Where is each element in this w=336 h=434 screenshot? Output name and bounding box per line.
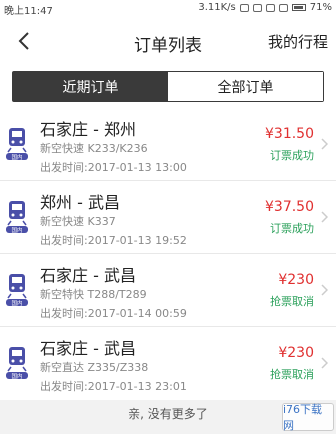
- battery-icon: [291, 4, 306, 11]
- order-train: 新空快速 K337: [40, 215, 116, 228]
- order-item[interactable]: 国内 石家庄 - 武昌 新空特快 T288/T289 出发时间:2017-01-…: [0, 254, 336, 326]
- order-status: 订票成功: [270, 222, 314, 235]
- site-watermark: i76下载网: [282, 403, 334, 432]
- train-icon: 国内: [6, 128, 28, 160]
- domestic-badge: 国内: [11, 299, 22, 306]
- order-route: 石家庄 - 郑州: [40, 120, 136, 139]
- order-item[interactable]: 国内 郑州 - 武昌 新空快速 K337 出发时间:2017-01-13 19:…: [0, 181, 336, 253]
- order-item[interactable]: 国内 石家庄 - 郑州 新空快速 K233/K236 出发时间:2017-01-…: [0, 108, 336, 180]
- order-route: 石家庄 - 武昌: [40, 339, 136, 358]
- bluetooth-icon: [239, 3, 249, 12]
- signal-icon: [278, 3, 288, 12]
- status-time: 晚上11:47: [4, 6, 53, 17]
- order-route: 郑州 - 武昌: [40, 193, 120, 212]
- order-status: 订票成功: [270, 149, 314, 162]
- header: 订单列表 我的行程: [0, 17, 336, 65]
- chevron-right-icon: [321, 211, 328, 223]
- order-tabs: 近期订单 全部订单: [12, 71, 324, 102]
- chevron-right-icon: [321, 284, 328, 296]
- order-train: 新空快速 K233/K236: [40, 142, 148, 155]
- battery-level: 71%: [309, 2, 332, 13]
- train-icon: 国内: [6, 201, 28, 233]
- tab-recent-orders[interactable]: 近期订单: [13, 72, 168, 101]
- domestic-badge: 国内: [11, 153, 22, 160]
- order-price: ¥37.50: [265, 199, 314, 215]
- wifi-icon: [265, 3, 275, 12]
- order-depart-time: 出发时间:2017-01-13 13:00: [40, 161, 187, 174]
- train-icon: 国内: [6, 347, 28, 379]
- order-depart-time: 出发时间:2017-01-14 00:59: [40, 307, 187, 320]
- order-status: 抢票取消: [270, 295, 314, 308]
- order-train: 新空直达 Z335/Z338: [40, 361, 149, 374]
- order-route: 石家庄 - 武昌: [40, 266, 136, 285]
- order-depart-time: 出发时间:2017-01-13 23:01: [40, 380, 187, 393]
- my-trip-link[interactable]: 我的行程: [268, 31, 328, 52]
- alarm-icon: [252, 3, 262, 12]
- tab-all-orders[interactable]: 全部订单: [168, 72, 323, 101]
- status-bar: 晚上11:47 3.11K/s 71%: [0, 0, 336, 17]
- order-price: ¥230: [278, 345, 314, 361]
- order-price: ¥230: [278, 272, 314, 288]
- train-icon: 国内: [6, 274, 28, 306]
- domestic-badge: 国内: [11, 226, 22, 233]
- status-right: 3.11K/s 71%: [198, 2, 332, 13]
- network-speed: 3.11K/s: [198, 2, 236, 13]
- chevron-right-icon: [321, 357, 328, 369]
- chevron-right-icon: [321, 138, 328, 150]
- order-depart-time: 出发时间:2017-01-13 19:52: [40, 234, 187, 247]
- order-train: 新空特快 T288/T289: [40, 288, 147, 301]
- order-item[interactable]: 国内 石家庄 - 武昌 新空直达 Z335/Z338 出发时间:2017-01-…: [0, 327, 336, 399]
- order-status: 抢票取消: [270, 368, 314, 381]
- order-price: ¥31.50: [265, 126, 314, 142]
- domestic-badge: 国内: [11, 372, 22, 379]
